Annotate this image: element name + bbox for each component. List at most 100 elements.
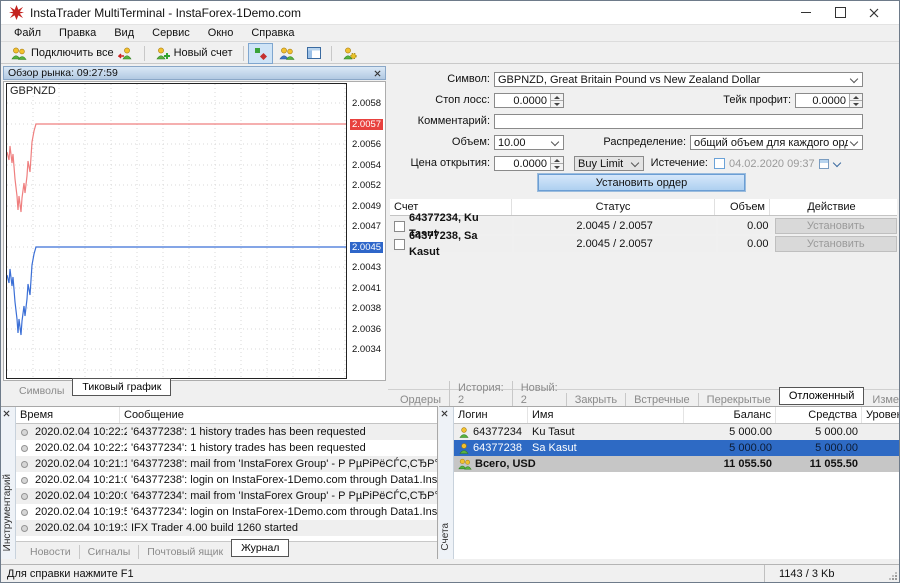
account-settings-button[interactable] — [336, 43, 363, 64]
order-row[interactable]: 64377238, Sa Kasut 2.0045 / 2.0057 0.00 … — [390, 236, 897, 252]
tab-pending[interactable]: Отложенный — [779, 387, 865, 405]
menu-edit[interactable]: Правка — [50, 26, 105, 40]
journal-side-strip: Инструментарий — [1, 407, 16, 559]
row-checkbox[interactable] — [394, 221, 405, 232]
calendar-dropdown-button[interactable] — [819, 159, 845, 169]
orders-table: Счет Статус Объем Действие 64377234, Ku … — [390, 199, 897, 252]
price-tick: 2.0054 — [352, 161, 381, 171]
close-button[interactable] — [857, 2, 891, 24]
set-order-button[interactable]: Установить — [775, 236, 897, 252]
tab-history[interactable]: История: 2 — [449, 381, 512, 407]
menu-service[interactable]: Сервис — [143, 26, 199, 40]
resize-grip[interactable] — [889, 572, 897, 580]
journal-row[interactable]: 2020.02.04 10:21:1...'64377238': mail fr… — [16, 456, 437, 472]
accounts-side-label[interactable]: Счета — [440, 523, 451, 551]
connect-all-button[interactable]: Подключить все — [5, 43, 140, 64]
journal-row[interactable]: 2020.02.04 10:19:3...IFX Trader 4.00 bui… — [16, 520, 437, 536]
market-watch-header: Обзор рынка: 09:27:59 — [3, 66, 386, 80]
log-bullet-icon — [21, 509, 28, 516]
spinner[interactable] — [550, 157, 563, 170]
volume-label: Объем: — [388, 135, 490, 150]
distribution-select[interactable]: общий объем для каждого ордера — [690, 135, 863, 150]
column-level[interactable]: Уровень — [862, 407, 899, 423]
app-window: InstaTrader MultiTerminal - InstaForex-1… — [0, 0, 900, 583]
accounts-side-strip: Счета — [439, 407, 454, 559]
spinner[interactable] — [849, 94, 862, 107]
tab-signals[interactable]: Сигналы — [79, 545, 139, 559]
people-icon — [458, 458, 472, 470]
tab-close[interactable]: Закрыть — [566, 393, 625, 407]
calendar-icon — [819, 159, 829, 169]
expiry-checkbox[interactable] — [714, 158, 725, 169]
price-tick: 2.0038 — [352, 304, 381, 314]
tab-modify[interactable]: Изменить — [864, 393, 900, 407]
journal-tabs: Новости Сигналы Почтовый ящик Журнал — [16, 541, 437, 559]
column-equity[interactable]: Средства — [776, 407, 862, 423]
expiry-label: Истечение: — [650, 156, 708, 171]
order-panel: Символ: GBPNZD, Great Britain Pound vs N… — [388, 64, 899, 406]
panel-close-icon[interactable] — [441, 410, 448, 417]
person-icon — [458, 443, 470, 454]
volume-select[interactable]: 10.00 — [494, 135, 564, 150]
comment-input[interactable] — [494, 114, 863, 129]
column-message[interactable]: Сообщение — [120, 407, 437, 423]
expiry-date-control[interactable]: 04.02.2020 09:37 — [714, 156, 845, 171]
column-time[interactable]: Время — [16, 407, 120, 423]
tab-mailbox[interactable]: Почтовый ящик — [138, 545, 231, 559]
tab-orders[interactable]: Ордеры — [392, 393, 449, 407]
account-row-selected[interactable]: 64377238 Sa Kasut 5 000.00 5 000.00 — [454, 440, 899, 456]
maximize-button[interactable] — [823, 2, 857, 24]
journal-side-label[interactable]: Инструментарий — [2, 474, 13, 551]
column-balance[interactable]: Баланс — [684, 407, 776, 423]
tab-symbols[interactable]: Символы — [11, 384, 72, 398]
people-icon — [11, 47, 27, 60]
order-type-select[interactable]: Buy Limit — [574, 156, 644, 171]
chevron-down-icon — [551, 137, 559, 145]
minimize-button[interactable] — [789, 2, 823, 24]
column-name[interactable]: Имя — [528, 407, 684, 423]
menu-window[interactable]: Окно — [199, 26, 243, 40]
bid-price-badge: 2.0045 — [350, 242, 383, 253]
column-status[interactable]: Статус — [512, 199, 715, 215]
accounts-toggle-button[interactable] — [273, 43, 301, 64]
symbol-label: Символ: — [388, 72, 490, 87]
volume-cell: 0.00 — [718, 236, 773, 252]
journal-row[interactable]: 2020.02.04 10:21:0...'64377238': login o… — [16, 472, 437, 488]
tab-tick-chart[interactable]: Тиковый график — [72, 378, 171, 396]
journal-row[interactable]: 2020.02.04 10:22:2...'64377238': 1 histo… — [16, 424, 437, 440]
journal-row[interactable]: 2020.02.04 10:19:5...'64377234': login o… — [16, 504, 437, 520]
menu-help[interactable]: Справка — [242, 26, 303, 40]
symbol-select[interactable]: GBPNZD, Great Britain Pound vs New Zeala… — [494, 72, 863, 87]
connect-all-label: Подключить все — [31, 47, 114, 59]
tab-counter[interactable]: Встречные — [625, 393, 698, 407]
price-tick: 2.0036 — [352, 325, 381, 335]
account-row[interactable]: 64377234 Ku Tasut 5 000.00 5 000.00 — [454, 424, 899, 440]
menu-file[interactable]: Файл — [5, 26, 50, 40]
journal-row[interactable]: 2020.02.04 10:22:2...'64377234': 1 histo… — [16, 440, 437, 456]
tab-new[interactable]: Новый: 2 — [512, 381, 566, 407]
tab-news[interactable]: Новости — [22, 545, 79, 559]
chevron-down-icon — [850, 137, 858, 145]
place-order-button[interactable]: Установить ордер — [538, 174, 745, 191]
price-tick: 2.0058 — [352, 99, 381, 109]
symbols-toggle-button[interactable] — [248, 43, 273, 64]
panel-close-icon[interactable] — [3, 410, 10, 417]
column-action[interactable]: Действие — [770, 199, 893, 215]
spinner[interactable] — [550, 94, 563, 107]
row-checkbox[interactable] — [394, 239, 405, 250]
layout-toggle-button[interactable] — [301, 43, 327, 64]
column-volume[interactable]: Объем — [715, 199, 770, 215]
tab-journal[interactable]: Журнал — [231, 539, 289, 557]
column-login[interactable]: Логин — [454, 407, 528, 423]
take-profit-input[interactable]: 0.0000 — [795, 93, 863, 108]
new-account-button[interactable]: Новый счет — [149, 43, 239, 64]
set-order-button[interactable]: Установить — [775, 218, 897, 234]
menu-view[interactable]: Вид — [105, 26, 143, 40]
tab-covered[interactable]: Перекрытые — [698, 393, 779, 407]
journal-row[interactable]: 2020.02.04 10:20:0...'64377234': mail fr… — [16, 488, 437, 504]
stop-loss-input[interactable]: 0.0000 — [494, 93, 564, 108]
open-price-input[interactable]: 0.0000 — [494, 156, 564, 171]
account-cell: 64377238, Sa Kasut — [409, 228, 508, 260]
panel-close-icon[interactable] — [374, 70, 381, 77]
price-tick: 2.0056 — [352, 140, 381, 150]
